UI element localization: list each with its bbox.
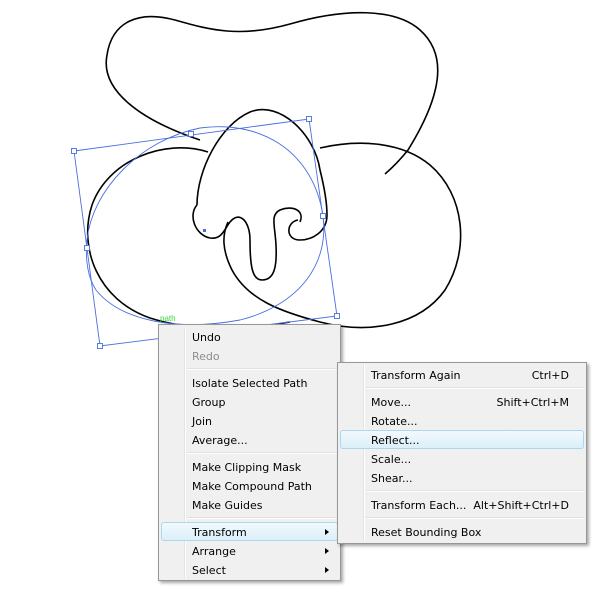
anchor-points[interactable] xyxy=(203,229,206,232)
menu-item-shortcut: Alt+Shift+Ctrl+D xyxy=(473,499,569,512)
menu-item-shortcut: Shift+Ctrl+M xyxy=(496,396,570,409)
smart-guide-path-label: path xyxy=(160,314,176,323)
selected-path-highlight xyxy=(85,126,325,325)
top-petal-path[interactable] xyxy=(105,11,439,175)
menu-item-label: Rotate... xyxy=(371,415,418,428)
menu-item-make-compound-path[interactable]: Make Compound Path xyxy=(161,476,338,495)
menu-item-label: Reset Bounding Box xyxy=(371,526,482,539)
context-menu: Undo Redo Isolate Selected Path Group Join Av… xyxy=(158,324,341,581)
menu-item-label: Arrange xyxy=(192,545,236,558)
menu-item-label: Move... xyxy=(371,396,411,409)
menu-item-average[interactable]: Average... xyxy=(161,430,338,449)
menu-item-label: Select xyxy=(192,564,226,577)
menu-separator xyxy=(366,490,584,492)
menu-item-label: Make Compound Path xyxy=(192,480,312,493)
center-tongue-path[interactable] xyxy=(192,204,302,281)
menu-item-label: Undo xyxy=(192,331,221,344)
menu-separator xyxy=(366,387,584,389)
menu-item-select[interactable]: Select xyxy=(161,560,338,579)
menu-separator xyxy=(187,452,338,454)
submenu-arrow-icon xyxy=(325,529,329,535)
menu-item-label: Transform Again xyxy=(371,369,461,382)
menu-item-reset-bounding-box[interactable]: Reset Bounding Box xyxy=(340,522,584,541)
menu-item-join[interactable]: Join xyxy=(161,411,338,430)
menu-item-arrange[interactable]: Arrange xyxy=(161,541,338,560)
menu-item-shear[interactable]: Shear... xyxy=(340,468,584,487)
menu-item-move[interactable]: Move... Shift+Ctrl+M xyxy=(340,392,584,411)
menu-item-label: Average... xyxy=(192,434,248,447)
menu-item-transform-each[interactable]: Transform Each... Alt+Shift+Ctrl+D xyxy=(340,495,584,514)
menu-item-isolate-selected-path[interactable]: Isolate Selected Path xyxy=(161,373,338,392)
menu-item-label: Join xyxy=(192,415,213,428)
menu-item-transform-again[interactable]: Transform Again Ctrl+D xyxy=(340,365,584,384)
center-bud-path[interactable] xyxy=(196,109,328,241)
menu-item-label: Group xyxy=(192,396,226,409)
menu-item-label: Isolate Selected Path xyxy=(192,377,308,390)
right-petal-path[interactable] xyxy=(223,142,462,329)
menu-separator xyxy=(187,368,338,370)
menu-item-reflect[interactable]: Reflect... xyxy=(340,430,584,449)
menu-item-group[interactable]: Group xyxy=(161,392,338,411)
menu-item-label: Scale... xyxy=(371,453,412,466)
menu-item-rotate[interactable]: Rotate... xyxy=(340,411,584,430)
selection-overlay xyxy=(73,118,338,347)
menu-item-label: Make Clipping Mask xyxy=(192,461,302,474)
menu-item-redo: Redo xyxy=(161,346,338,365)
menu-separator xyxy=(187,517,338,519)
menu-item-label: Reflect... xyxy=(371,434,420,447)
menu-item-transform[interactable]: Transform xyxy=(161,522,338,541)
menu-separator xyxy=(366,517,584,519)
menu-item-label: Redo xyxy=(192,350,220,363)
menu-item-undo[interactable]: Undo xyxy=(161,327,338,346)
menu-item-label: Transform Each... xyxy=(371,499,467,512)
transform-submenu: Transform Again Ctrl+D Move... Shift+Ctrl+M… xyxy=(337,362,587,544)
bounding-box xyxy=(73,118,338,347)
menu-item-make-clipping-mask[interactable]: Make Clipping Mask xyxy=(161,457,338,476)
menu-item-label: Make Guides xyxy=(192,499,263,512)
menu-item-make-guides[interactable]: Make Guides xyxy=(161,495,338,514)
menu-item-label: Shear... xyxy=(371,472,413,485)
menu-item-shortcut: Ctrl+D xyxy=(531,369,569,382)
submenu-arrow-icon xyxy=(325,567,329,573)
submenu-arrow-icon xyxy=(325,548,329,554)
menu-item-label: Transform xyxy=(192,526,247,539)
menu-item-scale[interactable]: Scale... xyxy=(340,449,584,468)
